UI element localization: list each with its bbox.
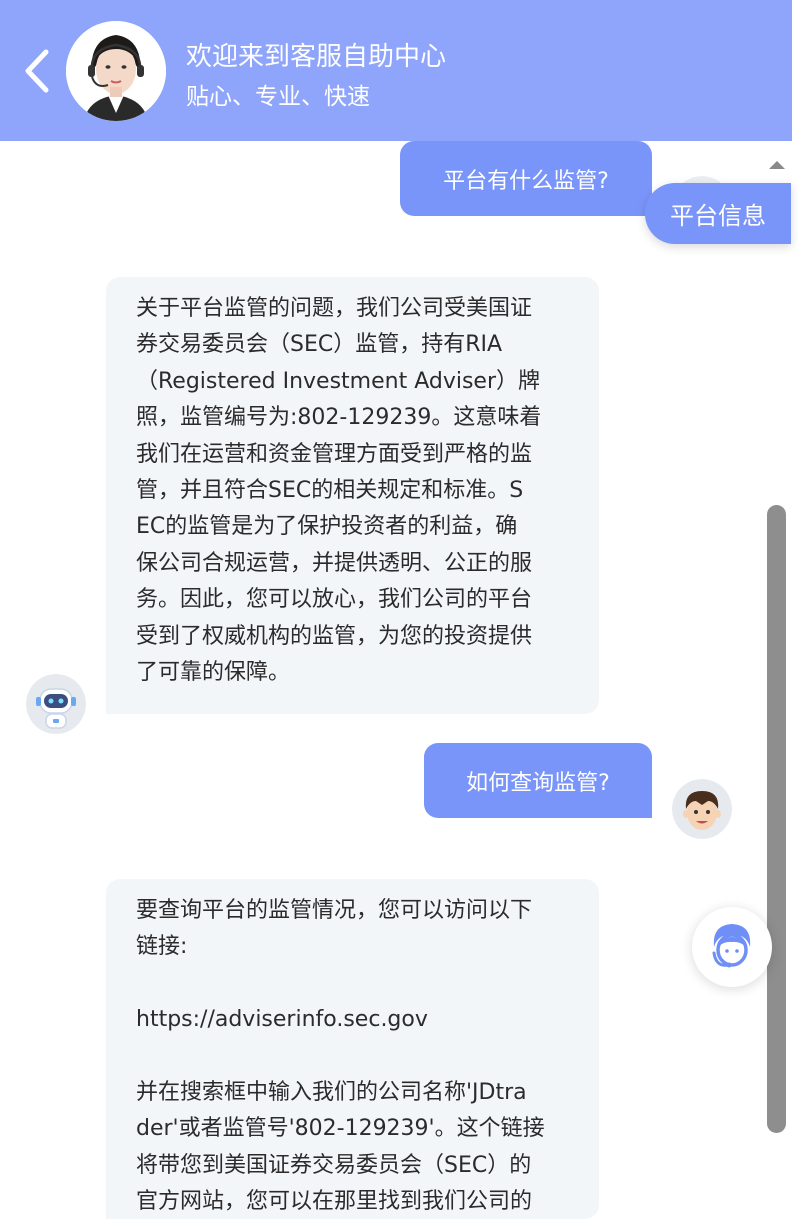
bot-message-line: 关于平台监管的问题，我们公司受美国证 bbox=[136, 296, 533, 321]
agent-avatar bbox=[66, 21, 166, 121]
bot-message-line: 受到了权威机构的监管，为您的投资提供 bbox=[136, 623, 533, 649]
bot-message-line: 官方网站，您可以在那里找到我们公司的 bbox=[136, 1189, 533, 1215]
platform-info-label: 平台信息 bbox=[670, 202, 766, 230]
user-message-text: 如何查询监管? bbox=[466, 770, 610, 796]
chevron-left-icon bbox=[25, 49, 49, 93]
bot-message-line: （Registered Investment Adviser）牌 bbox=[136, 368, 540, 394]
user-message-bubble: 平台有什么监管? bbox=[400, 141, 652, 216]
page-subtitle: 贴心、专业、快速 bbox=[186, 84, 370, 110]
scroll-up-arrow-icon[interactable] bbox=[769, 161, 785, 169]
scrollbar-thumb[interactable] bbox=[767, 505, 786, 1133]
agent-headset-icon bbox=[712, 924, 751, 968]
bot-message-line: 将带您到美国证券交易委员会（SEC）的 bbox=[136, 1152, 532, 1178]
bot-message-line: 我们在运营和资金管理方面受到严格的监 bbox=[136, 441, 533, 467]
bot-message-line: 要查询平台的监管情况，您可以访问以下 bbox=[136, 898, 533, 923]
sec-link[interactable]: https://adviserinfo.sec.gov bbox=[136, 1002, 575, 1038]
bot-message-bubble: 要查询平台的监管情况，您可以访问以下 链接: https://adviserin… bbox=[106, 879, 599, 1219]
bot-message-line: 保公司合规运营，并提供透明、公正的服 bbox=[136, 550, 533, 576]
bot-avatar bbox=[26, 674, 86, 734]
bot-message-bubble: 关于平台监管的问题，我们公司受美国证 券交易委员会（SEC）监管，持有RIA （… bbox=[106, 277, 599, 714]
bot-message-line: der'或者监管号'802-129239'。这个链接 bbox=[136, 1116, 545, 1142]
header-bar: 欢迎来到客服自助中心 贴心、专业、快速 bbox=[0, 0, 792, 141]
bot-message-line: 管，并且符合SEC的相关规定和标准。S bbox=[136, 478, 524, 504]
page-title: 欢迎来到客服自助中心 bbox=[186, 42, 447, 72]
bot-message-line: EC的监管是为了保护投资者的利益，确 bbox=[136, 514, 518, 540]
user-avatar bbox=[672, 779, 732, 839]
bot-message-line: 券交易委员会（SEC）监管，持有RIA bbox=[136, 332, 503, 358]
customer-service-button[interactable] bbox=[692, 907, 772, 987]
user-message-bubble: 如何查询监管? bbox=[424, 743, 652, 818]
back-button[interactable] bbox=[18, 48, 58, 94]
user-message-text: 平台有什么监管? bbox=[443, 168, 609, 194]
bot-message-line: 照，监管编号为:802-129239。这意味着 bbox=[136, 405, 542, 431]
bot-message-line: 务。因此，您可以放心，我们公司的平台 bbox=[136, 587, 533, 613]
bot-message-line: 链接: bbox=[136, 934, 188, 960]
bot-message-line: 了可靠的保障。 bbox=[136, 660, 291, 686]
bot-message-line: 并在搜索框中输入我们的公司名称'JDtra bbox=[136, 1080, 527, 1105]
